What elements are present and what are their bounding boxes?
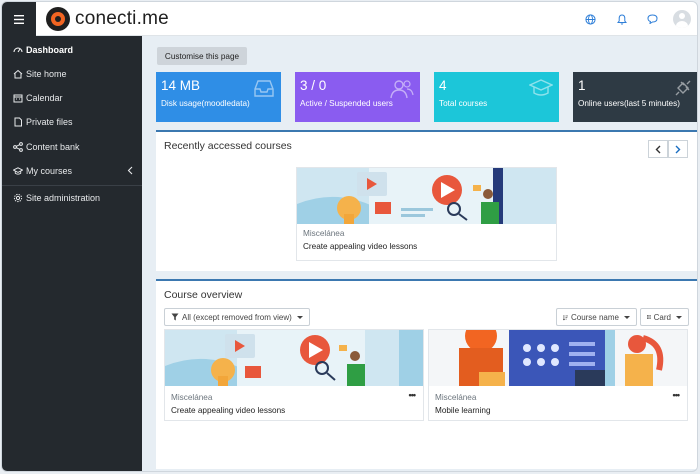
course-category: Miscelánea (171, 393, 213, 402)
recent-courses-title: Recently accessed courses (164, 140, 292, 152)
home-icon (13, 69, 23, 79)
caret-down-icon (296, 315, 303, 319)
stat-total-courses: 4 Total courses (434, 72, 559, 122)
course-card[interactable]: Miscelánea Create appealing video lesson… (296, 167, 557, 261)
gear-icon (13, 193, 23, 203)
course-title[interactable]: Create appealing video lessons (171, 406, 285, 415)
sidebar: Dashboard Site home Calendar Private fil… (2, 36, 142, 471)
sidebar-item-label: My courses (26, 166, 73, 176)
logo-icon (46, 7, 70, 31)
grid-icon (647, 315, 651, 319)
course-overview-card: Course overview All (except removed from… (156, 279, 697, 469)
stat-online-users: 1 Online users(last 5 minutes) (573, 72, 697, 122)
sidebar-item-site-home[interactable]: Site home (2, 64, 142, 84)
stat-users: 3 / 0 Active / Suspended users (295, 72, 420, 122)
users-icon (390, 78, 414, 105)
brand-name: conecti.me (75, 8, 169, 29)
sidebar-item-label: Content bank (26, 142, 80, 152)
dashboard-icon (13, 45, 23, 55)
app-window: conecti.me Dashboard Site home Calendar … (1, 1, 698, 472)
sidebar-item-dashboard[interactable]: Dashboard (2, 40, 142, 60)
recently-accessed-card: Recently accessed courses Miscelánea Cre… (156, 130, 697, 271)
sidebar-item-my-courses[interactable]: My courses (2, 161, 142, 181)
course-filter-dropdown[interactable]: All (except removed from view) (164, 308, 310, 326)
chat-icon[interactable] (643, 10, 661, 28)
view-dropdown[interactable]: Card (640, 308, 689, 326)
filter-icon (171, 313, 179, 321)
sidebar-item-label: Site administration (26, 193, 101, 203)
calendar-icon (13, 93, 23, 103)
brand-logo[interactable]: conecti.me (46, 7, 169, 31)
sidebar-item-calendar[interactable]: Calendar (2, 88, 142, 108)
course-category: Miscelánea (303, 229, 345, 238)
course-title[interactable]: Mobile learning (435, 406, 491, 415)
course-category: Miscelánea (435, 393, 477, 402)
globe-icon[interactable] (581, 10, 599, 28)
chevron-left-icon[interactable] (127, 166, 133, 177)
inbox-icon (253, 78, 275, 103)
filter-label: All (except removed from view) (182, 312, 292, 322)
sidebar-item-label: Calendar (26, 93, 63, 103)
sort-label: Course name (570, 312, 619, 322)
file-icon (13, 117, 23, 127)
course-image-video-lessons (165, 330, 423, 386)
share-icon (13, 142, 23, 152)
more-options-icon[interactable]: ••• (409, 390, 417, 400)
course-card[interactable]: Miscelánea Mobile learning ••• (428, 329, 688, 421)
course-title[interactable]: Create appealing video lessons (303, 242, 417, 251)
course-card[interactable]: Miscelánea Create appealing video lesson… (164, 329, 424, 421)
course-overview-title: Course overview (164, 289, 243, 301)
customise-page-button[interactable]: Customise this page (157, 47, 247, 65)
view-label: Card (653, 312, 671, 322)
avatar[interactable] (673, 10, 691, 28)
plug-icon (673, 78, 693, 103)
sidebar-item-label: Dashboard (26, 45, 74, 55)
next-button[interactable] (668, 140, 688, 158)
prev-button[interactable] (648, 140, 668, 158)
caret-down-icon (676, 315, 682, 319)
sort-icon (563, 314, 568, 320)
sidebar-item-private-files[interactable]: Private files (2, 112, 142, 132)
main-content: Customise this page 14 MB Disk usage(moo… (142, 36, 697, 471)
sidebar-item-content-bank[interactable]: Content bank (2, 137, 142, 157)
course-image-mobile-learning (429, 330, 687, 386)
sidebar-item-site-administration[interactable]: Site administration (2, 188, 142, 208)
graduation-cap-icon (13, 166, 23, 176)
graduation-cap-icon (528, 78, 554, 103)
stat-disk-usage: 14 MB Disk usage(moodledata) (156, 72, 281, 122)
more-options-icon[interactable]: ••• (673, 390, 681, 400)
sort-dropdown[interactable]: Course name (556, 308, 637, 326)
sidebar-item-label: Private files (26, 117, 73, 127)
caret-down-icon (624, 315, 630, 319)
bell-icon[interactable] (613, 10, 631, 28)
top-navbar: conecti.me (2, 2, 697, 36)
sidebar-item-label: Site home (26, 69, 67, 79)
course-image-video-lessons (297, 168, 556, 224)
menu-icon[interactable] (2, 2, 36, 36)
sidebar-divider (2, 185, 142, 186)
